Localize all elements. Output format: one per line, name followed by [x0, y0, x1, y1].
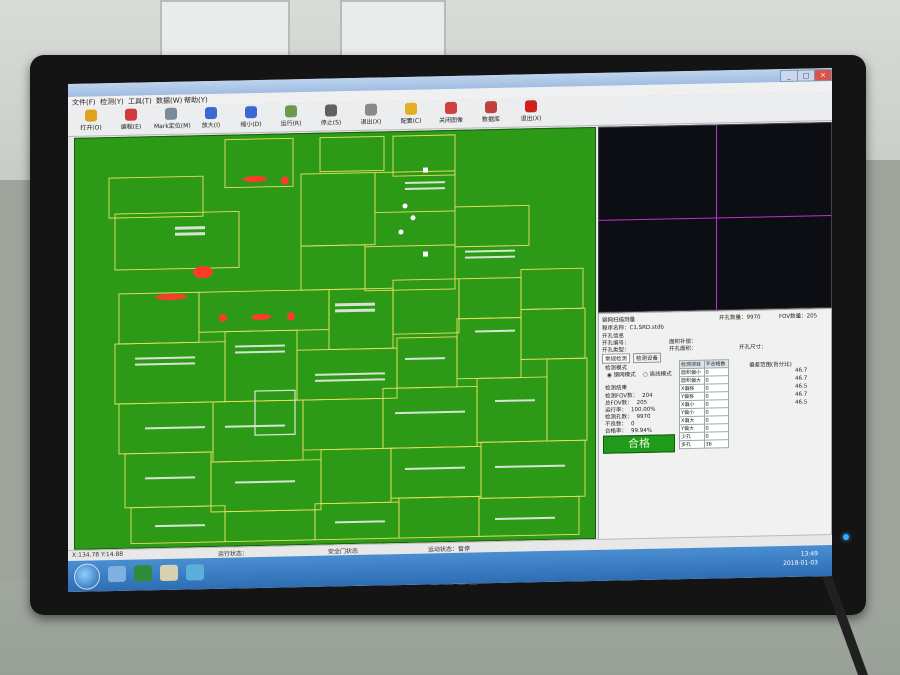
minimize-button[interactable]: _ [780, 69, 798, 83]
toolbar-icon [205, 106, 217, 120]
toolbar-label: 退出(X) [520, 115, 542, 123]
fov-count: FOV数量：205 [779, 313, 818, 321]
toolbar-icon [165, 107, 177, 120]
toolbar-icon [445, 101, 457, 115]
close-button[interactable]: × [814, 68, 832, 82]
toolbar-button[interactable]: 退出(X) [354, 103, 388, 129]
deviation-value: 46.5 [795, 399, 808, 406]
deviation-value: 46.7 [795, 375, 808, 382]
excel-icon[interactable] [134, 565, 152, 582]
mode-offline-label: 离线模式 [649, 371, 672, 378]
toolbar-button[interactable]: 停止(S) [314, 104, 348, 130]
camera-view[interactable] [598, 121, 832, 313]
clock: 13:49 2018-01-03 [783, 549, 818, 568]
board-layout-drawing [108, 134, 588, 545]
status-coord: X:134.78 Y:14.88 [72, 550, 124, 559]
background-window [160, 0, 290, 60]
inspection-info-panel: 钢网扫描测量 开孔数量：9970 FOV数量：205 程序名称：C1.SRD.s… [598, 307, 832, 541]
stat-row: 合格率： 99.94% [605, 426, 652, 435]
deviation-title: 偏差范围(百分比) [749, 361, 792, 369]
tab-device[interactable]: 检测设备 [633, 352, 662, 364]
app-icon[interactable] [186, 564, 204, 581]
start-button[interactable] [74, 563, 100, 590]
toolbar-icon [365, 103, 377, 116]
defect-table: 检测项目 不合格数 面积偏小 0 面积偏大 0 X偏移 0 Y偏移 0 X偏小 0 Y偏小 0 X偏大 0 Y偏… [679, 359, 729, 449]
stencil-board-view[interactable] [74, 126, 596, 550]
toolbar-button[interactable]: 放大(I) [194, 106, 228, 133]
toolbar-label: 缩小(D) [240, 120, 262, 129]
result-badge: 合格 [603, 434, 675, 454]
toolbar-label: 退出(X) [360, 118, 382, 126]
table-row: 多孔 36 [679, 439, 729, 449]
toolbar-label: 运行(R) [280, 120, 302, 128]
screen: _ □ × 文件(F) 检测(Y) 工具(T) 数据(W) 帮助(Y) 打开(O… [68, 67, 832, 593]
clock-date: 2018-01-03 [783, 559, 818, 568]
background-window [340, 0, 446, 60]
table-cell: 面积偏小 [679, 368, 704, 377]
background-cabinet [860, 160, 900, 600]
menu-tools[interactable]: 工具(T) [128, 96, 152, 106]
menu-help[interactable]: 帮助(Y) [184, 95, 208, 105]
mode-offline-radio[interactable]: ○ 离线模式 [643, 369, 672, 378]
mode-stencil-radio[interactable]: ◉ 钢网模式 [607, 370, 636, 379]
crosshair-vertical [716, 125, 717, 310]
toolbar-button[interactable]: 运行(R) [274, 105, 308, 131]
stat-value: 99.94% [631, 427, 652, 435]
explorer-icon[interactable] [108, 565, 126, 583]
toolbar-icon [85, 109, 97, 122]
toolbar-icon [325, 104, 337, 117]
toolbar-button[interactable]: 关闭图像 [434, 101, 468, 128]
deviation-value: 46.7 [795, 367, 808, 374]
table-header: 不合格数 [704, 359, 729, 369]
toolbar-button[interactable]: 退出(X) [514, 100, 548, 126]
aperture-area: 开孔面积： [669, 345, 697, 353]
table-header: 检测项目 [679, 360, 704, 369]
toolbar-label: 编程(E) [120, 123, 142, 131]
toolbar-icon [245, 106, 257, 119]
toolbar-label: 配置(C) [400, 117, 422, 126]
toolbar-icon [125, 108, 137, 121]
table-cell: 面积偏大 [679, 376, 704, 385]
toolbar-label: 停止(S) [320, 119, 342, 127]
aperture-count: 开孔数量：9970 [719, 314, 761, 322]
toolbar-label: 放大(I) [201, 121, 221, 130]
toolbar-label: 关闭图像 [438, 116, 463, 125]
deviation-value: 46.7 [795, 391, 808, 398]
folder-icon[interactable] [160, 564, 178, 582]
toolbar-button[interactable]: 数据库 [474, 101, 508, 127]
table-cell: 多孔 [679, 440, 704, 449]
toolbar-button[interactable]: Mark定位(M) [154, 107, 191, 133]
toolbar-button[interactable]: 打开(O) [74, 109, 108, 135]
toolbar-button[interactable]: 配置(C) [394, 102, 428, 128]
program-name: 程序名称：C1.SRD.stdb [602, 324, 664, 332]
toolbar-label: 数据库 [481, 115, 500, 124]
toolbar-icon [285, 105, 297, 118]
mode-stencil-label: 钢网模式 [613, 372, 636, 379]
toolbar-label: 打开(O) [80, 124, 102, 132]
toolbar-button[interactable]: 编程(E) [114, 108, 148, 134]
deviation-value: 46.5 [795, 383, 808, 390]
menu-file[interactable]: 文件(F) [72, 97, 96, 107]
toolbar-label: Mark定位(M) [154, 122, 191, 131]
crosshair-horizontal [599, 215, 831, 221]
maximize-button[interactable]: □ [797, 69, 815, 82]
menu-inspect[interactable]: 检测(Y) [100, 97, 124, 107]
stat-value: 9970 [636, 413, 651, 421]
power-led-icon [843, 534, 849, 540]
toolbar-icon [485, 101, 497, 114]
tab-general[interactable]: 常规检测 [602, 353, 631, 364]
table-cell: 36 [704, 439, 729, 449]
toolbar-icon [405, 102, 417, 115]
aperture-size: 开孔尺寸： [739, 344, 767, 351]
stat-key: 合格率： [605, 428, 628, 435]
toolbar-button[interactable]: 缩小(D) [234, 106, 268, 132]
toolbar-icon [525, 100, 537, 113]
menu-data[interactable]: 数据(W) [156, 96, 182, 107]
